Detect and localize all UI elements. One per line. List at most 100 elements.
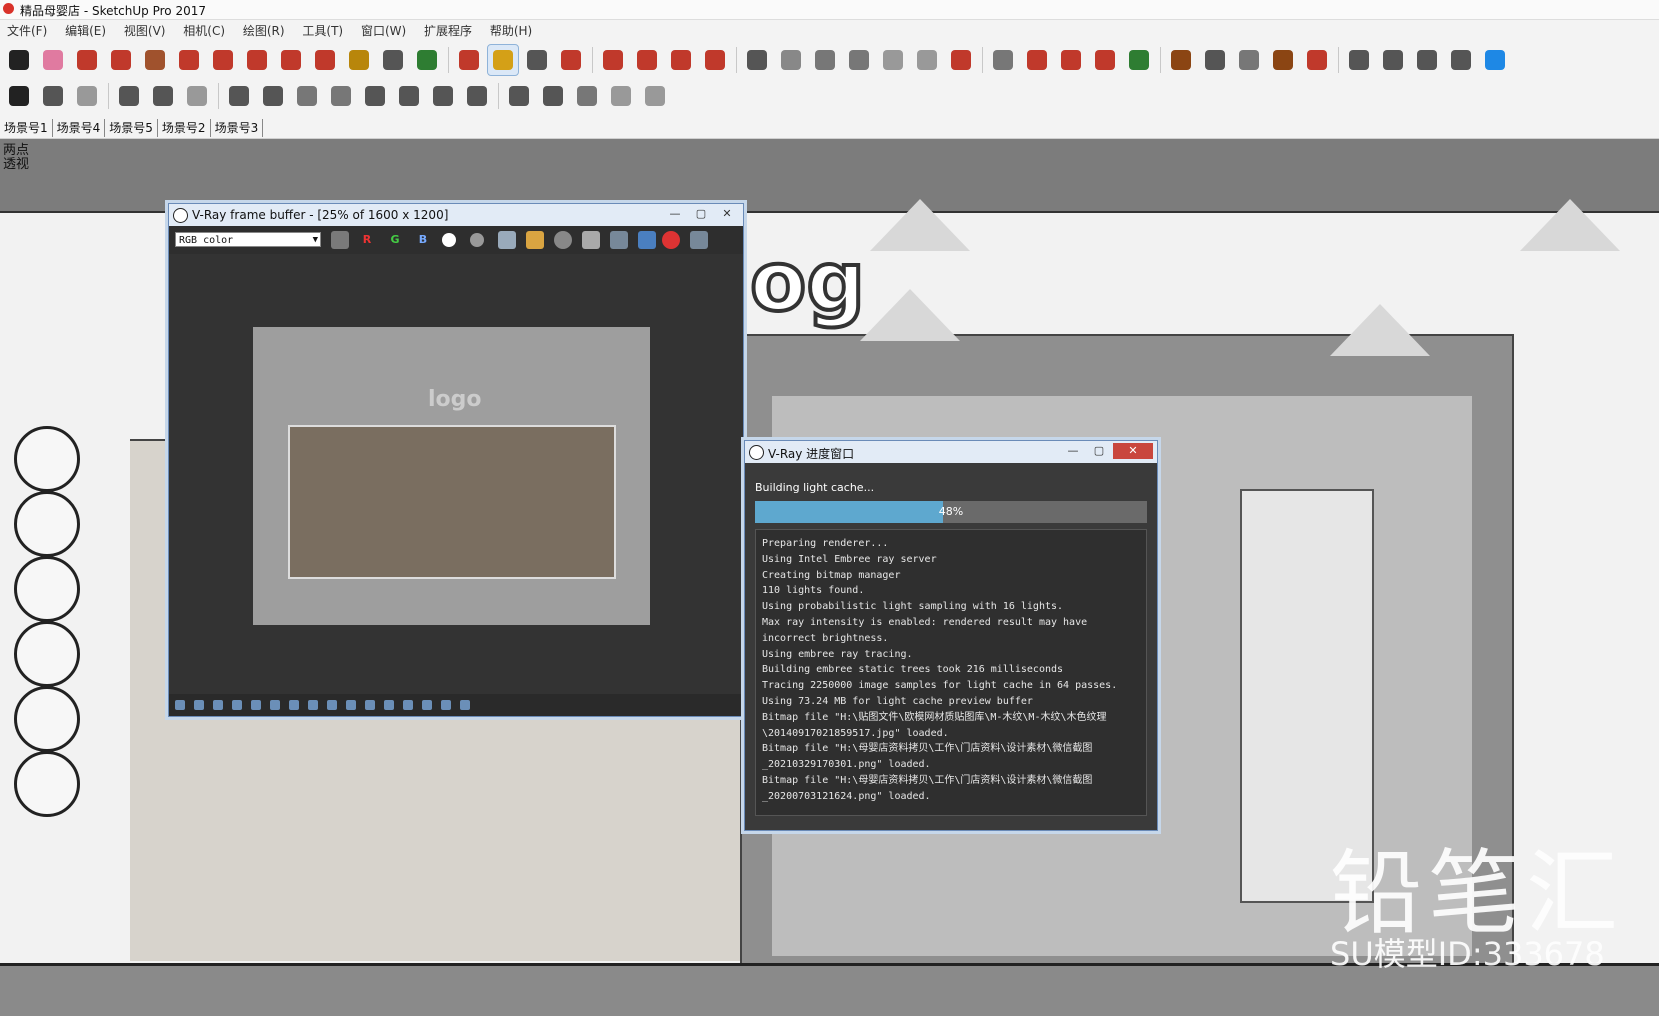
exposure-icon[interactable]	[308, 700, 318, 710]
sketchup-logo-button[interactable]	[1480, 45, 1510, 75]
plugin-tool-5-button[interactable]	[1124, 45, 1154, 75]
material-button[interactable]	[640, 81, 670, 111]
plugin-tool-10-button[interactable]	[1302, 45, 1332, 75]
lens-effects-icon[interactable]	[441, 700, 451, 710]
scene-tab-4[interactable]: 场景号4	[53, 119, 106, 137]
camera-view-button[interactable]	[224, 81, 254, 111]
follow-me-tool-button[interactable]	[208, 45, 238, 75]
vray-progress-window[interactable]: V-Ray 进度窗口 — ▢ ✕ Building light cache...…	[744, 440, 1158, 831]
vray-ies-light-button[interactable]	[844, 45, 874, 75]
stamp-icon[interactable]	[460, 700, 470, 710]
plugin-tool-1-button[interactable]	[988, 45, 1018, 75]
add-link-button[interactable]	[1446, 45, 1476, 75]
settings-icon[interactable]	[194, 700, 204, 710]
vray-gem-button[interactable]	[700, 45, 730, 75]
vray-sphere-light-button[interactable]	[776, 45, 806, 75]
globe-button[interactable]	[428, 81, 458, 111]
section-plane-button[interactable]	[504, 81, 534, 111]
vray-omni-light-button[interactable]	[912, 45, 942, 75]
eraser-tool-button[interactable]	[38, 45, 68, 75]
dome-button[interactable]	[394, 81, 424, 111]
vray-interactive-button[interactable]	[632, 45, 662, 75]
stop-render-icon[interactable]	[662, 231, 680, 249]
xray-style-button[interactable]	[4, 81, 34, 111]
section-cut-button[interactable]	[538, 81, 568, 111]
info-icon[interactable]	[213, 700, 223, 710]
blue-channel-button[interactable]: B	[414, 231, 432, 249]
menu-camera[interactable]: 相机(C)	[176, 20, 232, 41]
menu-tools[interactable]: 工具(T)	[295, 20, 350, 41]
vray-cloud-button[interactable]	[666, 45, 696, 75]
color-correction-icon[interactable]	[331, 231, 349, 249]
color-balance-icon[interactable]	[327, 700, 337, 710]
ocio-icon[interactable]	[384, 700, 394, 710]
menu-extensions[interactable]: 扩展程序	[417, 20, 479, 41]
track-mouse-icon[interactable]	[582, 231, 600, 249]
h-split-icon[interactable]	[403, 700, 413, 710]
scene-tab-1[interactable]: 场景号1	[0, 119, 53, 137]
vfb-canvas[interactable]: logo	[169, 254, 743, 694]
lut-icon[interactable]	[232, 700, 242, 710]
vfb-close-button[interactable]: ✕	[715, 206, 739, 222]
red-channel-button[interactable]: R	[358, 231, 376, 249]
shaded-style-button[interactable]	[148, 81, 178, 111]
plugin-tool-7-button[interactable]	[1200, 45, 1230, 75]
plugin-tool-3-button[interactable]	[1056, 45, 1086, 75]
component-tool-button[interactable]	[1344, 45, 1374, 75]
scale-tool-button[interactable]	[310, 45, 340, 75]
vfb-maximize-button[interactable]: ▢	[689, 206, 713, 222]
progress-close-button[interactable]: ✕	[1113, 443, 1153, 459]
text-tool-button[interactable]	[378, 45, 408, 75]
shaded-textures-style-button[interactable]	[182, 81, 212, 111]
push-pull-tool-button[interactable]	[174, 45, 204, 75]
vray-render-button[interactable]	[598, 45, 628, 75]
section-fill-button[interactable]	[572, 81, 602, 111]
menu-help[interactable]: 帮助(H)	[483, 20, 539, 41]
vray-spot-light-button[interactable]	[810, 45, 840, 75]
sphere-view-button[interactable]	[258, 81, 288, 111]
srgb-icon[interactable]	[365, 700, 375, 710]
grass-button[interactable]	[606, 81, 636, 111]
history-icon[interactable]	[175, 700, 185, 710]
hsl-icon[interactable]	[346, 700, 356, 710]
channel-select[interactable]: RGB color ▼	[175, 232, 321, 247]
arc-tool-button[interactable]	[106, 45, 136, 75]
rotate-tool-button[interactable]	[276, 45, 306, 75]
scene-tab-3[interactable]: 场景号3	[211, 119, 264, 137]
histogram-icon[interactable]	[289, 700, 299, 710]
scene-tab-5[interactable]: 场景号5	[105, 119, 158, 137]
hidden-line-style-button[interactable]	[114, 81, 144, 111]
pencil-tool-button[interactable]	[72, 45, 102, 75]
plugin-tool-6-button[interactable]	[1166, 45, 1196, 75]
rectangle-tool-button[interactable]	[140, 45, 170, 75]
tape-measure-tool-button[interactable]	[344, 45, 374, 75]
green-channel-button[interactable]: G	[386, 231, 404, 249]
move-tool-button[interactable]	[242, 45, 272, 75]
clear-image-icon[interactable]	[554, 231, 572, 249]
vray-frame-buffer-window[interactable]: V-Ray frame buffer - [25% of 1600 x 1200…	[168, 203, 744, 717]
paint-bucket-tool-button[interactable]	[412, 45, 442, 75]
vfb-title-bar[interactable]: V-Ray frame buffer - [25% of 1600 x 1200…	[169, 204, 743, 226]
vray-mesh-light-button[interactable]	[878, 45, 908, 75]
compare-icon[interactable]	[638, 231, 656, 249]
back-edges-style-button[interactable]	[38, 81, 68, 111]
alpha-white-icon[interactable]	[442, 233, 456, 247]
vray-remove-button[interactable]	[946, 45, 976, 75]
sun-button[interactable]	[360, 81, 390, 111]
mono-icon[interactable]	[470, 233, 484, 247]
plugin-tool-2-button[interactable]	[1022, 45, 1052, 75]
save-image-icon[interactable]	[498, 231, 516, 249]
render-icon[interactable]	[690, 231, 708, 249]
checkbox-tool-button[interactable]	[1378, 45, 1408, 75]
render-log[interactable]: Preparing renderer... Using Intel Embree …	[755, 529, 1147, 816]
menu-draw[interactable]: 绘图(R)	[236, 20, 292, 41]
menu-view[interactable]: 视图(V)	[117, 20, 173, 41]
scene-tab-2[interactable]: 场景号2	[158, 119, 211, 137]
menu-window[interactable]: 窗口(W)	[354, 20, 413, 41]
plugin-tool-4-button[interactable]	[1090, 45, 1120, 75]
plugin-tool-9-button[interactable]	[1268, 45, 1298, 75]
levels-icon[interactable]	[251, 700, 261, 710]
orbit-tool-button[interactable]	[454, 45, 484, 75]
zoom-extents-tool-button[interactable]	[556, 45, 586, 75]
menu-edit[interactable]: 编辑(E)	[58, 20, 113, 41]
